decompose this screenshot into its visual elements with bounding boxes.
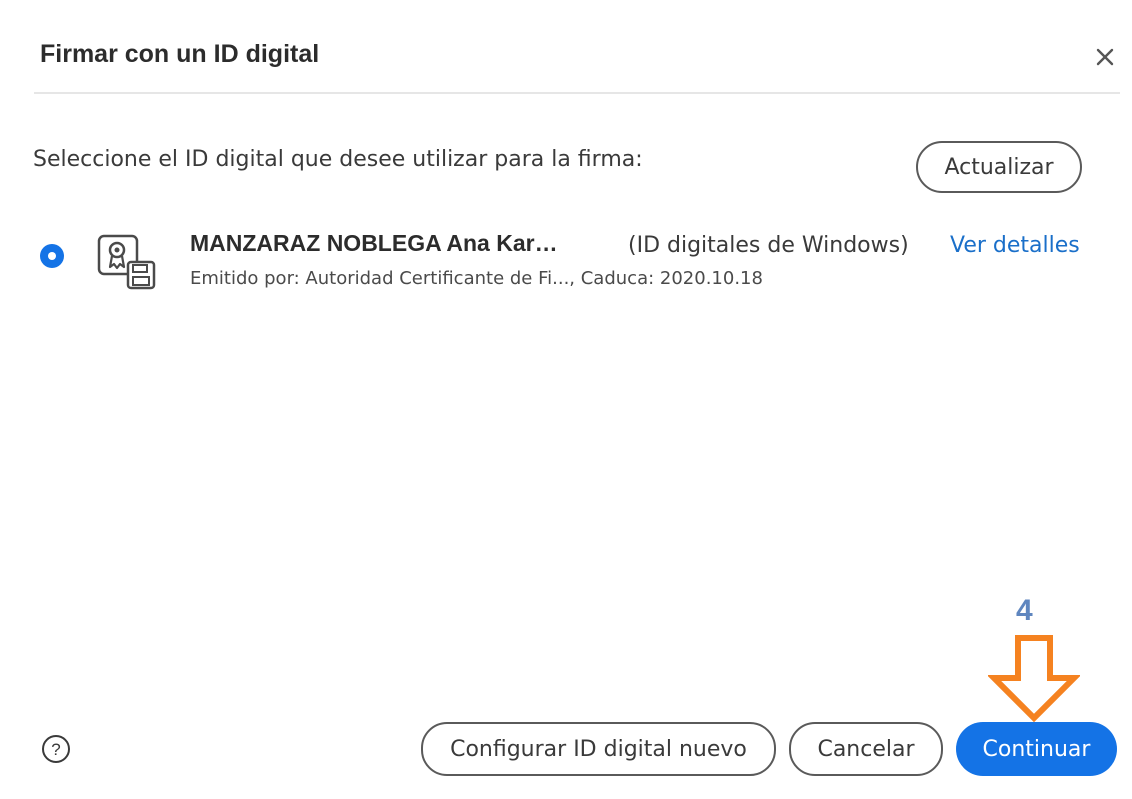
continue-button[interactable]: Continuar — [956, 722, 1117, 776]
cancel-button[interactable]: Cancelar — [789, 722, 943, 776]
dialog-title: Firmar con un ID digital — [40, 40, 320, 68]
step-number-annotation: 4 — [1016, 594, 1033, 627]
down-arrow-icon — [986, 632, 1082, 724]
new-digital-id-button[interactable]: Configurar ID digital nuevo — [421, 722, 776, 776]
svg-text:?: ? — [51, 740, 60, 759]
help-icon[interactable]: ? — [40, 733, 72, 765]
digital-id-radio[interactable] — [40, 244, 64, 268]
view-details-link[interactable]: Ver detalles — [950, 233, 1080, 258]
header-divider — [34, 92, 1120, 94]
digital-id-source: (ID digitales de Windows) — [628, 233, 909, 258]
select-id-prompt: Seleccione el ID digital que desee utili… — [33, 147, 643, 172]
refresh-button[interactable]: Actualizar — [916, 141, 1082, 193]
digital-id-name: MANZARAZ NOBLEGA Ana Kar… — [190, 230, 558, 256]
digital-id-issuer: Emitido por: Autoridad Certificante de F… — [190, 268, 763, 289]
close-icon[interactable] — [1090, 42, 1120, 72]
sign-digital-id-dialog: Firmar con un ID digital Seleccione el I… — [0, 0, 1132, 799]
certificate-icon — [96, 232, 158, 290]
